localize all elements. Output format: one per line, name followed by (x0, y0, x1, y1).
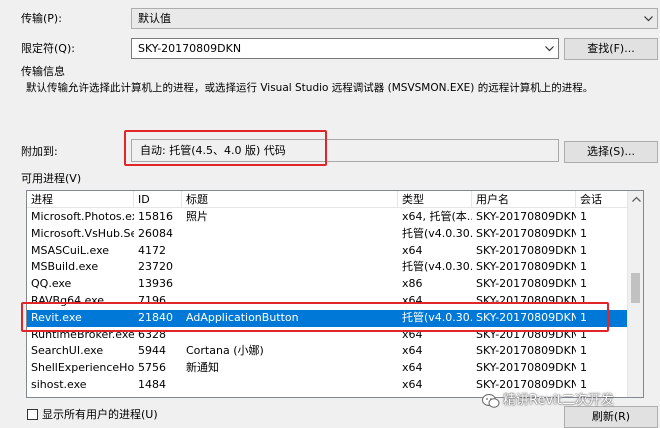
chevron-down-icon[interactable] (541, 39, 558, 58)
process-row[interactable]: Microsoft.Photos.exe 15816 照片 x64, 托管(本... S… (27, 209, 627, 226)
cell-type: x64, 托管(本... (402, 210, 472, 223)
cell-title: 新通知 (186, 361, 219, 375)
process-list-scrollbar[interactable] (627, 191, 643, 397)
cell-type: x86 (402, 277, 423, 291)
cell-type: x64 (402, 378, 423, 391)
cell-process: Microsoft.VsHub.Se... (31, 226, 134, 240)
attach-to-label: 附加到: (21, 145, 58, 158)
cell-session: 1 (580, 277, 587, 291)
cell-session: 1 (580, 260, 587, 274)
cell-username: SKY-20170809DKN... (476, 344, 576, 358)
cell-process: ShellExperienceHos... (31, 361, 134, 375)
cell-type: x64 (402, 243, 423, 257)
cell-id: 4172 (138, 243, 166, 257)
cell-session: 1 (580, 361, 587, 375)
cell-process: SearchUI.exe (31, 344, 104, 358)
cell-username: SKY-20170809DKN... (476, 277, 576, 291)
cell-process: MSBuild.exe (31, 260, 99, 274)
column-header-username[interactable]: 用户名 (472, 191, 576, 208)
cell-process: Microsoft.Photos.exe (31, 210, 134, 223)
cell-id: 15816 (138, 210, 173, 223)
process-row[interactable]: SearchUI.exe 5944 Cortana (小娜) x64 SKY-20170… (27, 343, 627, 360)
cell-type: 托管(v4.0.30... (402, 260, 472, 274)
cell-id: 5944 (138, 344, 166, 358)
process-list-header: 进程 ID 标题 类型 用户名 会话 (27, 191, 627, 208)
cell-title: 照片 (186, 210, 208, 223)
process-row[interactable]: MSBuild.exe 23720 托管(v4.0.30... SKY-2017080… (27, 259, 627, 276)
cell-session: 1 (580, 226, 587, 240)
cell-type: 托管(v4.0.30... (402, 226, 472, 240)
cell-id: 26084 (138, 226, 173, 240)
process-list[interactable]: 进程 ID 标题 类型 用户名 会话 Microsoft.Photos.exe 1… (26, 190, 644, 398)
cell-type: x64 (402, 361, 423, 375)
wechat-icon (482, 394, 500, 408)
transport-info-description: 默认传输允许选择此计算机上的进程，或选择运行 Visual Studio 远程调… (26, 82, 594, 94)
cell-type: x64 (402, 344, 423, 358)
cell-title (182, 377, 398, 394)
cell-title (182, 276, 398, 293)
qualifier-value: SKY-20170809DKN (138, 42, 242, 55)
cell-session: 1 (580, 210, 587, 223)
cell-process: QQ.exe (31, 277, 72, 291)
watermark-text: 精讲Revit二次开发 (503, 393, 614, 408)
find-button[interactable]: 查找(F)... (564, 38, 658, 60)
transport-label: 传输(P): (21, 12, 62, 25)
cell-title (182, 226, 398, 243)
transport-info-title: 传输信息 (21, 65, 65, 78)
select-button[interactable]: 选择(S)... (564, 141, 658, 163)
qualifier-input[interactable]: SKY-20170809DKN (131, 38, 559, 59)
column-header-title[interactable]: 标题 (182, 191, 398, 208)
cell-title (182, 243, 398, 260)
cell-process: sihost.exe (31, 378, 87, 391)
transport-value: 默认值 (138, 12, 171, 25)
cell-id: 13936 (138, 277, 173, 291)
show-all-users-checkbox[interactable] (27, 409, 38, 420)
transport-dropdown[interactable]: 默认值 (131, 8, 658, 29)
cell-session: 1 (580, 344, 587, 358)
column-header-type[interactable]: 类型 (398, 191, 472, 208)
cell-username: SKY-20170809DKN... (476, 226, 576, 240)
column-header-id[interactable]: ID (134, 191, 182, 208)
process-row[interactable]: ShellExperienceHos... 5756 新通知 x64 SKY-20170… (27, 360, 627, 377)
cell-title: Cortana (小娜) (186, 344, 264, 358)
cell-id: 23720 (138, 260, 173, 274)
process-row[interactable]: MSASCuiL.exe 4172 x64 SKY-20170809DKN... 1 (27, 243, 627, 260)
cell-username: SKY-20170809DKN... (476, 260, 576, 274)
cell-process: MSASCuiL.exe (31, 243, 110, 257)
process-row[interactable]: Microsoft.VsHub.Se... 26084 托管(v4.0.30... S… (27, 226, 627, 243)
scroll-thumb[interactable] (631, 273, 640, 303)
process-row[interactable]: QQ.exe 13936 x86 SKY-20170809DKN... 1 (27, 276, 627, 293)
cell-username: SKY-20170809DKN... (476, 361, 576, 375)
column-header-session[interactable]: 会话 (576, 191, 627, 208)
show-all-users-label[interactable]: 显示所有用户的进程(U) (42, 408, 158, 422)
cell-session: 1 (580, 243, 587, 257)
column-header-process[interactable]: 进程 (27, 191, 134, 208)
attach-to-highlight (124, 130, 327, 166)
cell-title (182, 259, 398, 276)
qualifier-label: 限定符(Q): (21, 42, 75, 55)
cell-username: SKY-20170809DKN... (476, 210, 576, 223)
chevron-down-icon (640, 9, 657, 28)
revit-row-highlight (21, 302, 609, 332)
scroll-up-icon[interactable] (631, 194, 641, 204)
cell-username: SKY-20170809DKN... (476, 243, 576, 257)
cell-id: 5756 (138, 361, 166, 375)
available-processes-label: 可用进程(V) (21, 172, 82, 185)
cell-id: 1484 (138, 378, 166, 391)
